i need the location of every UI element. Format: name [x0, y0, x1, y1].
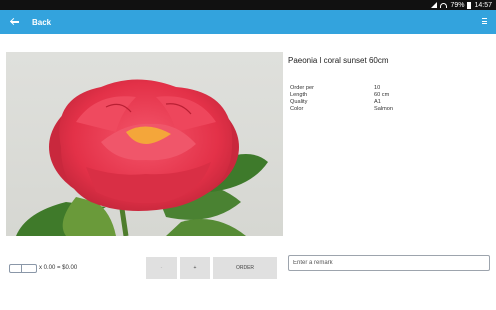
detail-label: Order per	[290, 85, 314, 91]
back-arrow-icon	[10, 17, 20, 27]
detail-row-color: Color Salmon	[290, 106, 434, 113]
order-total: x 0.00 = $0.00	[39, 265, 78, 271]
peony-flower-image	[16, 79, 268, 236]
detail-label: Quality	[290, 99, 308, 105]
battery-percent: 79%	[450, 1, 465, 9]
quantity-input[interactable]	[9, 263, 37, 273]
app-bar: Back	[0, 10, 496, 34]
detail-value: A1	[374, 99, 381, 105]
back-label: Back	[32, 17, 52, 27]
decrease-quantity-button[interactable]: -	[146, 257, 177, 279]
product-title: Paeonia l coral sunset 60cm	[288, 56, 389, 65]
battery-icon	[467, 1, 472, 9]
increase-quantity-button[interactable]: +	[180, 257, 210, 279]
detail-label: Length	[290, 92, 308, 98]
quantity-summary: x 0.00 = $0.00	[9, 263, 77, 273]
back-button[interactable]: Back	[10, 10, 51, 34]
overflow-menu-icon[interactable]	[482, 18, 488, 26]
product-order-screen: 79% 14:57 Back Paeonia l coral sunset 60…	[0, 0, 496, 310]
order-button[interactable]: ORDER	[213, 257, 277, 279]
detail-row-quality: Quality A1	[290, 99, 434, 106]
remark-input[interactable]	[288, 255, 490, 271]
status-bar: 79% 14:57	[0, 0, 496, 10]
wifi-icon	[440, 2, 448, 8]
detail-row-order-per: Order per 10	[290, 85, 434, 92]
product-details: Order per 10 Length 60 cm Quality A1 Col…	[290, 85, 434, 113]
product-image	[6, 52, 283, 236]
detail-value: Salmon	[374, 106, 393, 112]
detail-value: 60 cm	[374, 92, 390, 98]
detail-value: 10	[374, 85, 381, 91]
detail-row-length: Length 60 cm	[290, 92, 434, 99]
status-time: 14:57	[474, 1, 492, 9]
signal-icon	[431, 2, 438, 8]
detail-label: Color	[290, 106, 304, 112]
status-indicators: 79% 14:57	[431, 0, 492, 10]
